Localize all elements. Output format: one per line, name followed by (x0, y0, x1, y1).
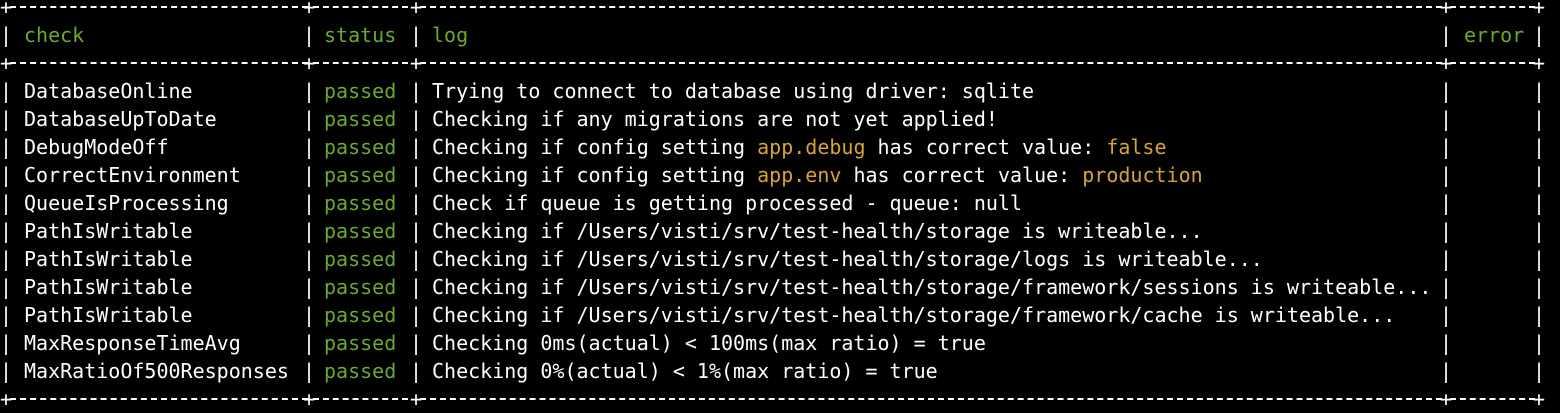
table-row: | DatabaseOnline | passed | Trying to connect… (0, 77, 1546, 105)
table-row: | MaxRatioOf500Responses | passed | Checking … (0, 357, 1546, 385)
log-text: Checking if /Users/visti/srv/test-health… (432, 247, 1263, 271)
cell-check: DebugModeOff (24, 135, 169, 159)
cell-status: passed (324, 219, 397, 243)
log-text: Checking 0%(actual) < 1%(max ratio) = tr… (432, 359, 938, 383)
header-check: check (24, 23, 85, 47)
log-text: Checking if config setting (432, 135, 758, 159)
cell-check: QueueIsProcessing (24, 191, 229, 215)
cell-log: Checking 0ms(actual) < 100ms(max ratio) … (432, 329, 986, 357)
cell-log: Checking if /Users/visti/srv/test-health… (432, 217, 1203, 245)
table-border-header: + + + + + (0, 51, 1546, 75)
table-row: | CorrectEnvironment | passed | Checking if c… (0, 161, 1546, 189)
header-log: log (432, 23, 469, 47)
cell-status: passed (324, 135, 397, 159)
log-text: has correct value: (841, 163, 1083, 187)
header-error: error (1464, 23, 1525, 47)
config-value-highlight: app.env (757, 163, 842, 187)
cell-log: Checking if /Users/visti/srv/test-health… (432, 273, 1431, 301)
cell-status: passed (324, 359, 397, 383)
header-status: status (324, 23, 397, 47)
cell-log: Checking 0%(actual) < 1%(max ratio) = tr… (432, 357, 938, 385)
cell-status: passed (324, 247, 397, 271)
log-text: Checking if /Users/visti/srv/test-health… (432, 275, 1432, 299)
cell-check: DatabaseUpToDate (24, 107, 217, 131)
log-text: Check if queue is getting processed - qu… (432, 191, 1023, 215)
cell-log: Check if queue is getting processed - qu… (432, 189, 1022, 217)
log-text: Checking if any migrations are not yet a… (432, 107, 998, 131)
cell-log: Checking if config setting app.debug has… (432, 133, 1167, 161)
cell-status: passed (324, 163, 397, 187)
log-text: Trying to connect to database using driv… (432, 79, 1035, 103)
table-border-bottom: + + + + + (0, 387, 1546, 411)
cell-log: Trying to connect to database using driv… (432, 77, 1034, 105)
cell-check: DatabaseOnline (24, 79, 193, 103)
cell-check: PathIsWritable (24, 275, 193, 299)
table-row: | DatabaseUpToDate | passed | Checking if any… (0, 105, 1546, 133)
config-value-highlight: app.debug (757, 135, 866, 159)
cell-log: Checking if config setting app.env has c… (432, 161, 1203, 189)
cell-status: passed (324, 79, 397, 103)
log-text: Checking 0ms(actual) < 100ms(max ratio) … (432, 331, 986, 355)
table-row: | MaxResponseTimeAvg | passed | Checking 0ms(… (0, 329, 1546, 357)
cell-check: PathIsWritable (24, 303, 193, 327)
log-text: Checking if /Users/visti/srv/test-health… (432, 219, 1203, 243)
cell-log: Checking if /Users/visti/srv/test-health… (432, 301, 1395, 329)
cell-check: PathIsWritable (24, 219, 193, 243)
cell-log: Checking if /Users/visti/srv/test-health… (432, 245, 1263, 273)
cell-status: passed (324, 303, 397, 327)
table-row: | PathIsWritable | passed | Checking if /User… (0, 245, 1546, 273)
cell-check: MaxRatioOf500Responses (24, 359, 289, 383)
cell-status: passed (324, 107, 397, 131)
config-value-highlight: production (1082, 163, 1203, 187)
log-text: has correct value: (865, 135, 1107, 159)
cell-check: CorrectEnvironment (24, 163, 241, 187)
terminal-window: + + + + + | check | status | log | error… (0, 0, 1560, 411)
cell-status: passed (324, 275, 397, 299)
cell-check: MaxResponseTimeAvg (24, 331, 241, 355)
log-text: Checking if /Users/visti/srv/test-health… (432, 303, 1396, 327)
config-value-highlight: false (1106, 135, 1167, 159)
table-row: | PathIsWritable | passed | Checking if /User… (0, 217, 1546, 245)
table-row: | DebugModeOff | passed | Checking if config … (0, 133, 1546, 161)
cell-check: PathIsWritable (24, 247, 193, 271)
table-row: | QueueIsProcessing | passed | Check if queue… (0, 189, 1546, 217)
table-header-row: | check | status | log | error | (0, 23, 1546, 47)
table-row: | PathIsWritable | passed | Checking if /User… (0, 273, 1546, 301)
cell-status: passed (324, 331, 397, 355)
cell-log: Checking if any migrations are not yet a… (432, 105, 998, 133)
table-row: | PathIsWritable | passed | Checking if /User… (0, 301, 1546, 329)
log-text: Checking if config setting (432, 163, 758, 187)
table-border-top: + + + + + (0, 0, 1546, 19)
cell-status: passed (324, 191, 397, 215)
